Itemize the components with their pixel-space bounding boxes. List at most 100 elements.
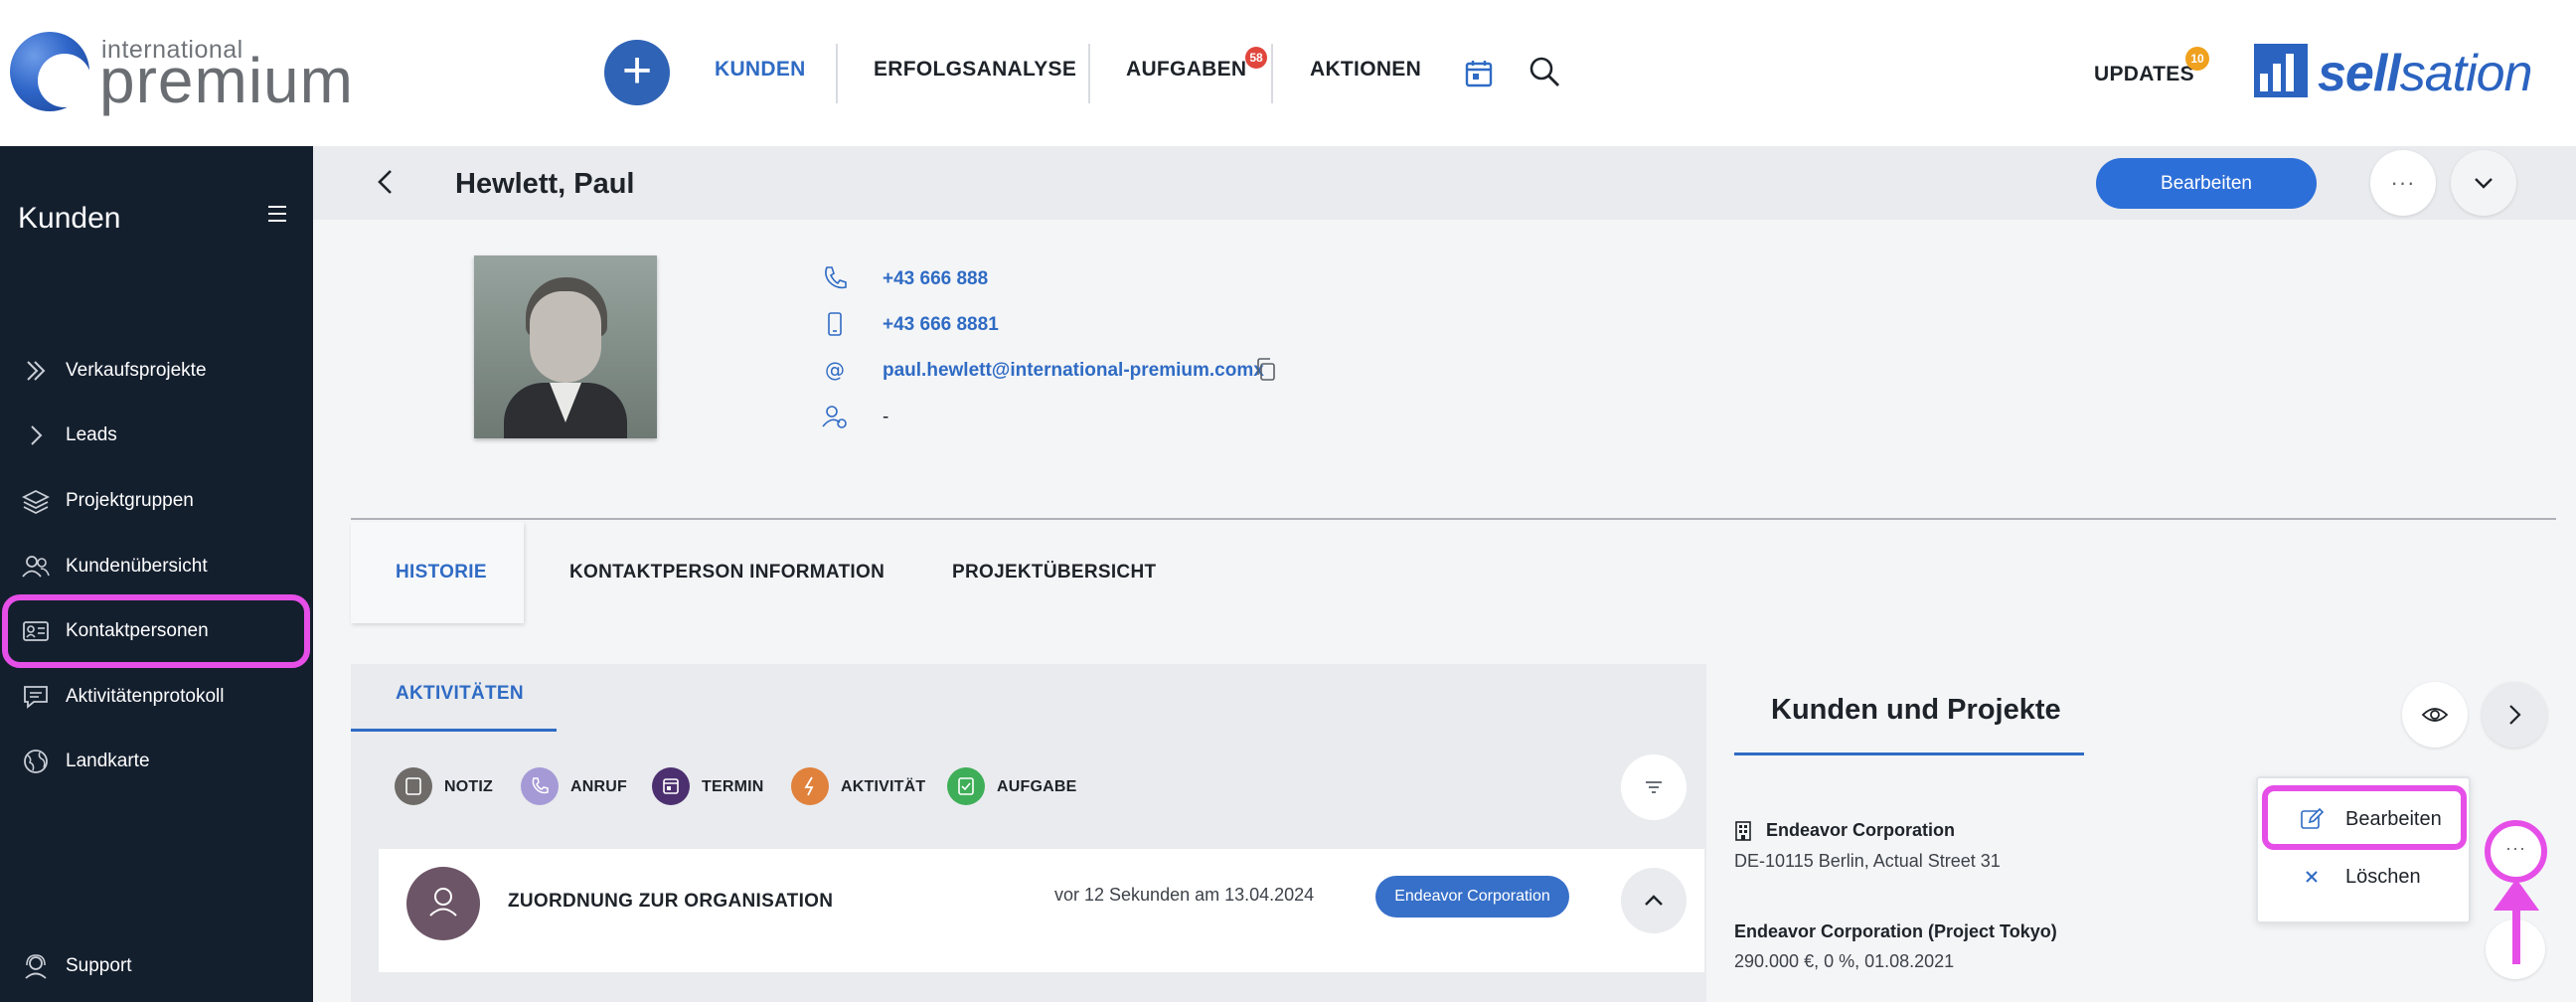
nav-aufgaben[interactable]: AUFGABEN (1126, 58, 1246, 82)
logo-text-big: premium (99, 45, 354, 116)
phone-link[interactable]: +43 666 888 (883, 268, 988, 290)
section-divider (351, 518, 2556, 520)
annotation-arrow-shaft (2512, 907, 2520, 964)
legend-label: AKTIVITÄT (841, 778, 926, 795)
kunden-projekte-underline (1734, 752, 2084, 755)
project-details: 290.000 €, 0 %, 01.08.2021 (1734, 951, 1955, 971)
search-icon[interactable] (1529, 56, 1560, 87)
building-icon (1735, 821, 1751, 841)
copy-icon[interactable] (1254, 357, 1278, 383)
appointment-icon (652, 767, 690, 805)
sidebar-item-leads[interactable]: Leads (0, 411, 313, 460)
tab-underline (351, 729, 557, 732)
menu-item-label: Löschen (2345, 866, 2421, 888)
note-icon (395, 767, 432, 805)
sidebar-item-label: Verkaufsprojekte (66, 360, 207, 381)
tab-historie[interactable]: HISTORIE (351, 522, 524, 623)
nav-separator (1271, 44, 1273, 103)
organization-address: DE-10115 Berlin, Actual Street 31 (1734, 851, 2001, 871)
sidebar-item-support[interactable]: Support (0, 941, 313, 991)
legend-label: NOTIZ (444, 778, 493, 795)
highlight-bearbeiten (2262, 785, 2467, 850)
sidebar-item-label: Leads (66, 424, 117, 445)
menu-item-loeschen[interactable]: Löschen (2258, 852, 2473, 902)
email-link[interactable]: paul.hewlett@international-premium.comx (883, 360, 1264, 382)
edit-button[interactable]: Bearbeiten (2096, 158, 2317, 209)
sidebar-item-landkarte[interactable]: Landkarte (0, 737, 313, 786)
sidebar-item-kundenuebersicht[interactable]: Kundenübersicht (0, 542, 313, 591)
svg-text:@: @ (825, 358, 845, 382)
chat-icon (24, 686, 48, 709)
chevron-up-icon (1645, 895, 1663, 906)
double-chevron-icon (27, 361, 46, 381)
calendar-icon[interactable] (1464, 59, 1494, 88)
user-role-icon (822, 406, 847, 428)
nav-aktionen[interactable]: AKTIONEN (1310, 58, 1421, 82)
next-button[interactable] (2482, 682, 2547, 748)
tab-kontaktperson-information[interactable]: KONTAKTPERSON INFORMATION (569, 522, 885, 623)
page-title: Hewlett, Paul (455, 168, 635, 200)
more-options-button[interactable]: ··· (2370, 150, 2436, 216)
activity-timestamp: vor 12 Sekunden am 13.04.2024 (1054, 885, 1315, 905)
mobile-link[interactable]: +43 666 8881 (883, 314, 999, 336)
chevron-right-icon (2509, 705, 2521, 725)
nav-updates[interactable]: UPDATES (2094, 63, 2194, 86)
project-name[interactable]: Endeavor Corporation (Project Tokyo) (1734, 921, 2057, 942)
contact-photo (474, 255, 657, 438)
support-headset-icon (25, 954, 47, 979)
international-premium-logo[interactable]: international premium (10, 30, 353, 119)
close-icon (2306, 871, 2318, 883)
globe-icon (24, 750, 48, 773)
organization-name[interactable]: Endeavor Corporation (1766, 820, 1955, 841)
users-icon (22, 556, 50, 578)
layers-icon (22, 489, 50, 514)
hamburger-menu-icon[interactable] (268, 206, 286, 227)
sidebar-item-verkaufsprojekte[interactable]: Verkaufsprojekte (0, 346, 313, 396)
sidebar-item-label: Landkarte (66, 751, 150, 771)
logo-sphere-icon (10, 32, 91, 111)
chevron-down-icon (2475, 178, 2493, 189)
user-avatar-icon (406, 867, 480, 940)
sidebar-item-aktivitaetenprotokoll[interactable]: Aktivitätenprotokoll (0, 672, 313, 722)
legend-label: TERMIN (702, 778, 764, 795)
highlight-more-button (2485, 820, 2547, 883)
sidebar-item-label: Support (66, 955, 132, 976)
sidebar-item-label: Aktivitätenprotokoll (66, 686, 225, 707)
more-dots-icon: ··· (2390, 170, 2416, 195)
activity-title: ZUORDNUNG ZUR ORGANISATION (508, 891, 834, 912)
tab-aktivitaeten[interactable]: AKTIVITÄTEN (396, 683, 524, 705)
nav-kunden[interactable]: KUNDEN (715, 58, 806, 82)
visibility-button[interactable] (2402, 682, 2468, 748)
activity-icon (791, 767, 829, 805)
sidebar-item-label: Projektgruppen (66, 490, 194, 511)
sidebar-item-label: Kundenübersicht (66, 556, 208, 577)
sellsation-bars-icon (2254, 44, 2308, 97)
legend-label: ANRUF (570, 778, 627, 795)
sidebar-item-projektgruppen[interactable]: Projektgruppen (0, 476, 313, 526)
organization-badge[interactable]: Endeavor Corporation (1375, 876, 1569, 918)
eye-icon (2421, 708, 2449, 722)
phone-icon (825, 266, 847, 289)
filter-button[interactable] (1621, 754, 1687, 820)
nav-separator (1088, 44, 1090, 103)
filter-icon (1646, 781, 1662, 793)
tab-projektuebersicht[interactable]: PROJEKTÜBERSICHT (952, 522, 1156, 623)
expand-button[interactable] (2451, 150, 2516, 216)
nav-erfolgsanalyse[interactable]: ERFOLGSANALYSE (874, 58, 1076, 82)
back-arrow-icon[interactable] (371, 167, 401, 197)
aufgaben-badge: 58 (1245, 47, 1267, 69)
collapse-button[interactable] (1621, 868, 1687, 933)
add-button[interactable]: + (604, 40, 670, 105)
nav-separator (836, 44, 838, 103)
at-sign-icon: @ (825, 358, 845, 382)
mobile-phone-icon (828, 312, 842, 336)
sidebar-title: Kunden (18, 202, 121, 235)
kunden-projekte-title: Kunden und Projekte (1771, 694, 2061, 726)
legend-label: AUFGABE (997, 778, 1077, 795)
role-value: - (883, 407, 889, 427)
highlight-kontaktpersonen (2, 594, 310, 668)
sellsation-wordmark: sellsation (2318, 45, 2532, 102)
sellsation-logo[interactable]: sellsation (2254, 44, 2572, 103)
task-icon (947, 767, 985, 805)
top-navigation: international premium + KUNDEN ERFOLGSAN… (0, 0, 2576, 146)
